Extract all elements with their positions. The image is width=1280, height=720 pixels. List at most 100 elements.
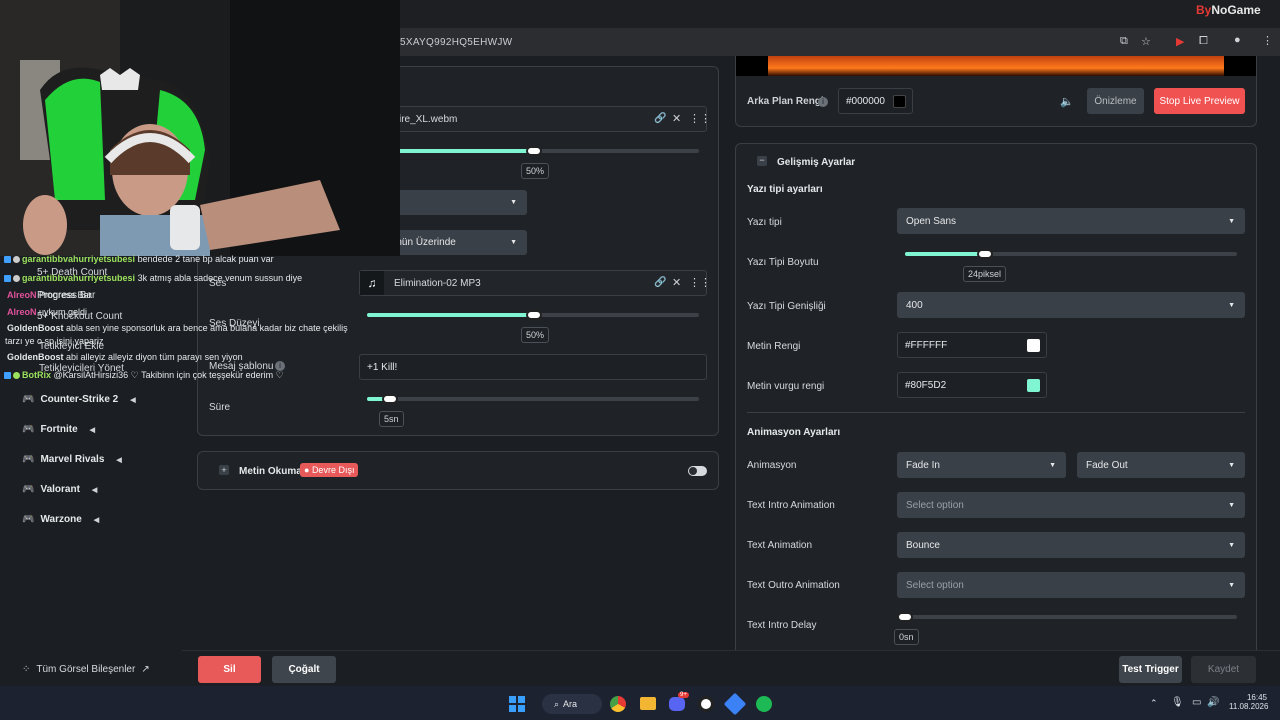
tray-chevron-icon[interactable]: ⌃	[1150, 698, 1158, 709]
message-template-input[interactable]: +1 Kill!	[359, 354, 707, 380]
chevron-down-icon: ▼	[1228, 217, 1235, 225]
bg-color-input[interactable]: #000000	[838, 88, 913, 114]
search-icon: ⌕	[554, 698, 560, 709]
extension-red-icon[interactable]: ▶	[1176, 35, 1184, 48]
animation-in-select[interactable]: Fade In ▼	[897, 452, 1066, 478]
chat-message: AlreoN Progress Bar	[7, 290, 92, 300]
translate-icon[interactable]: ⧉	[1120, 35, 1128, 48]
animation-label: Animasyon	[747, 460, 797, 471]
text-animation-select[interactable]: Bounce ▼	[897, 532, 1245, 558]
chevron-down-icon: ▼	[510, 239, 517, 246]
text-color-input[interactable]: #FFFFFF	[897, 332, 1047, 358]
url-text[interactable]: 5XAYQ992HQ5EHWJW	[400, 37, 512, 48]
volume-slider-2-handle[interactable]	[526, 310, 542, 320]
link-icon[interactable]: 🔗	[654, 113, 666, 124]
chat-message: BotRix @KarsilAtHirsizi36 ♡ Takibinn içi…	[4, 370, 284, 381]
chat-message: GoldenBoost abi alleyiz alleyiz diyon tü…	[7, 352, 243, 362]
sidebar-item-valorant[interactable]: 🎮 Valorant ◀	[22, 484, 97, 495]
intro-delay-slider-handle[interactable]	[897, 612, 913, 622]
chat-badge-icon	[4, 256, 11, 264]
outro-animation-label: Text Outro Animation	[747, 580, 840, 591]
accent-color-input[interactable]: #80F5D2	[897, 372, 1047, 398]
microphone-icon[interactable]: 🎙	[1171, 697, 1184, 708]
divider	[747, 412, 1245, 413]
gamepad-icon: 🎮	[22, 394, 35, 405]
chevron-down-icon: ▼	[1228, 461, 1235, 469]
animation-out-select[interactable]: Fade Out ▼	[1077, 452, 1245, 478]
font-size-slider-handle[interactable]	[976, 249, 993, 259]
accent-color-swatch[interactable]	[1027, 378, 1040, 392]
font-size-slider[interactable]	[905, 252, 1237, 256]
tts-title: Metin Okuma	[239, 466, 302, 477]
nogame-logo: ByNoGame	[1196, 3, 1261, 17]
duration-slider[interactable]	[367, 397, 699, 401]
save-button[interactable]: Kaydet	[1191, 656, 1256, 683]
taskbar-clock[interactable]: 16:45 11.08.2026	[1229, 693, 1268, 711]
intro-delay-slider[interactable]	[905, 615, 1237, 619]
discord-icon[interactable]	[669, 697, 685, 711]
preview-fire-image	[768, 56, 1224, 76]
close-icon[interactable]: ✕	[672, 276, 681, 289]
grid-icon[interactable]: ⋮⋮	[689, 112, 711, 125]
all-widgets-link[interactable]: ⁘ Tüm Görsel Bileşenler ↗	[22, 664, 150, 675]
delete-button[interactable]: Sil	[198, 656, 261, 683]
tts-toggle[interactable]	[688, 466, 707, 476]
bg-color-swatch[interactable]	[893, 94, 906, 108]
stop-live-preview-button[interactable]: Stop Live Preview	[1154, 88, 1245, 114]
chevron-down-icon: ▼	[1228, 541, 1235, 549]
expand-plus-icon[interactable]: +	[219, 465, 229, 475]
preview-button[interactable]: Önizleme	[1087, 88, 1144, 114]
text-color-label: Metin Rengi	[747, 341, 801, 352]
chevron-down-icon: ▼	[1049, 461, 1056, 469]
windows-start-icon[interactable]	[509, 696, 525, 712]
taskbar-search[interactable]: ⌕ Ara	[542, 694, 602, 714]
gamepad-icon: 🎮	[22, 454, 35, 465]
close-icon[interactable]: ✕	[672, 112, 681, 125]
chevron-down-icon: ▼	[1228, 501, 1235, 509]
advanced-settings-title: Gelişmiş Ayarlar	[777, 157, 856, 168]
chat-badge-icon	[4, 275, 11, 283]
volume-icon[interactable]: 🔊	[1207, 697, 1219, 708]
gamepad-icon: 🎮	[22, 424, 35, 435]
display-icon[interactable]: ▭	[1192, 697, 1201, 708]
intro-animation-label: Text Intro Animation	[747, 500, 835, 511]
webcam-overlay	[0, 0, 400, 256]
spotify-icon[interactable]	[756, 696, 772, 712]
intro-animation-select[interactable]: Select option ▼	[897, 492, 1245, 518]
chat-badge-icon	[13, 372, 20, 380]
steam-icon[interactable]	[698, 696, 714, 712]
chat-message: garantibbvahurriyetsubesi 3k atmış abla …	[4, 273, 302, 283]
bookmark-star-icon[interactable]: ☆	[1141, 35, 1151, 48]
caret-left-icon: ◀	[89, 426, 96, 434]
accent-color-label: Metin vurgu rengi	[747, 381, 825, 392]
extensions-puzzle-icon[interactable]: ⧠	[1199, 35, 1208, 48]
sidebar-item-marvel-rivals[interactable]: 🎮 Marvel Rivals ◀	[22, 454, 122, 465]
sidebar-item-warzone[interactable]: 🎮 Warzone ◀	[22, 514, 99, 525]
sidebar-item-fortnite[interactable]: 🎮 Fortnite ◀	[22, 424, 95, 435]
chevron-down-icon: ▼	[1228, 301, 1235, 309]
discord-badge: 9+	[678, 692, 689, 698]
test-trigger-button[interactable]: Test Trigger	[1119, 656, 1182, 683]
profile-avatar-icon[interactable]: ●	[1234, 34, 1241, 46]
grid-icon[interactable]: ⋮⋮	[689, 276, 711, 289]
link-icon[interactable]: 🔗	[654, 277, 666, 288]
outro-animation-select[interactable]: Select option ▼	[897, 572, 1245, 598]
gamepad-icon: 🎮	[22, 484, 35, 495]
caret-left-icon: ◀	[91, 486, 98, 494]
sidebar-item-counter-strike-2[interactable]: 🎮 Counter-Strike 2 ◀	[22, 394, 136, 405]
browser-menu-icon[interactable]: ⋮	[1262, 34, 1273, 47]
file-explorer-icon[interactable]	[640, 697, 656, 710]
speaker-icon[interactable]: 🔈	[1060, 95, 1074, 108]
text-color-swatch[interactable]	[1027, 338, 1040, 352]
chrome-icon[interactable]	[610, 696, 626, 712]
duplicate-button[interactable]: Çoğalt	[272, 656, 336, 683]
font-weight-select[interactable]: 400 ▼	[897, 292, 1245, 318]
info-icon[interactable]: i	[818, 97, 828, 107]
bg-color-label: Arka Plan Rengi	[747, 96, 824, 107]
volume-slider-1-handle[interactable]	[526, 146, 542, 156]
music-note-icon: ♫	[360, 271, 384, 295]
chat-badge-icon	[13, 256, 20, 264]
font-select[interactable]: Open Sans ▼	[897, 208, 1245, 234]
collapse-minus-icon[interactable]: −	[757, 156, 767, 166]
duration-slider-handle[interactable]	[382, 394, 398, 404]
